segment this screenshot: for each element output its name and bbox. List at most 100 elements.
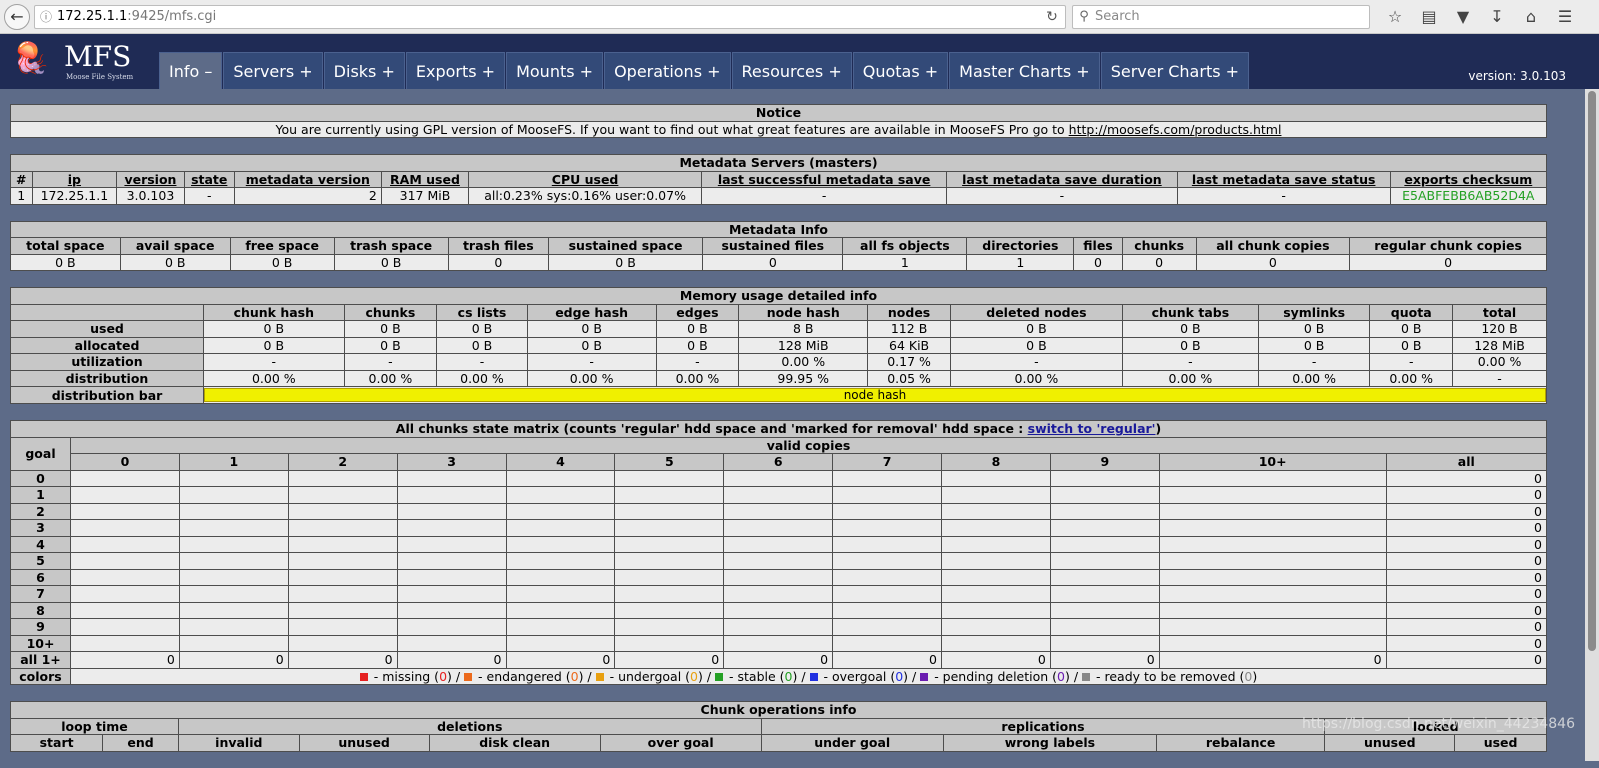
home-icon[interactable]: ⌂: [1514, 7, 1548, 26]
matrix-cell: [723, 486, 834, 504]
col-header[interactable]: state: [183, 170, 235, 188]
matrix-cell: [70, 535, 180, 553]
matrix-cell: [505, 618, 616, 636]
tab-info[interactable]: Info –: [159, 52, 223, 89]
info-icon[interactable]: ⓘ: [35, 8, 57, 25]
col-header: under goal: [760, 734, 944, 752]
legend-count: 0: [1057, 668, 1065, 684]
col-header[interactable]: version: [116, 170, 185, 188]
main-menu: Info – Servers + Disks + Exports + Mount…: [159, 52, 1250, 89]
legend-text: - pending deletion (: [930, 668, 1058, 684]
col-header: quota: [1369, 303, 1454, 321]
matrix-cell: [1158, 486, 1387, 504]
scrollbar-thumb[interactable]: [1588, 91, 1596, 651]
tab-server-charts[interactable]: Server Charts +: [1100, 52, 1250, 89]
matrix-cell: 0: [1385, 618, 1548, 636]
table-cell: 0 B: [229, 253, 335, 271]
table-cell: 0 B: [203, 336, 345, 354]
matrix-cell: [70, 486, 180, 504]
col-header: cs lists: [436, 303, 528, 321]
col-header: regular chunk copies: [1349, 237, 1547, 255]
matrix-cell: [178, 568, 289, 586]
star-icon[interactable]: ☆: [1378, 7, 1412, 26]
moosefs-products-link[interactable]: http://moosefs.com/products.html: [1069, 122, 1282, 137]
tab-mounts[interactable]: Mounts +: [506, 52, 604, 89]
tab-resources[interactable]: Resources +: [731, 52, 852, 89]
metadata-info-table: Metadata Info total space avail space free…: [10, 220, 1547, 271]
version-label: version: 3.0.103: [1468, 69, 1566, 83]
table-cell: 0 B: [1121, 336, 1259, 354]
matrix-cell: [396, 585, 507, 603]
tab-quotas[interactable]: Quotas +: [852, 52, 949, 89]
col-header[interactable]: last metadata save duration: [946, 170, 1178, 188]
pocket-icon[interactable]: ▼: [1446, 7, 1480, 26]
legend-text: - endangered (: [474, 668, 571, 684]
matrix-cell: [396, 618, 507, 636]
col-header[interactable]: CPU used: [468, 170, 703, 188]
matrix-cell: 0: [70, 651, 180, 669]
matrix-cell: [178, 618, 289, 636]
moose-icon: 🪼: [12, 41, 50, 76]
reload-icon[interactable]: ↻: [1039, 9, 1065, 25]
matrix-cell: 0: [1385, 469, 1548, 487]
matrix-cell: [832, 502, 942, 520]
row-header: distribution: [10, 369, 204, 387]
reading-list-icon[interactable]: ▤: [1412, 7, 1446, 26]
matrix-cell: [70, 634, 180, 652]
masters-title: Metadata Servers (masters): [10, 154, 1547, 172]
table-cell: 0 B: [203, 320, 345, 338]
matrix-cell: [287, 601, 398, 619]
col-header[interactable]: last metadata save status: [1176, 170, 1391, 188]
matrix-cell: [941, 535, 1051, 553]
matrix-cell: [178, 552, 289, 570]
col-header[interactable]: exports checksum: [1389, 170, 1548, 188]
matrix-cell: [70, 502, 180, 520]
matrix-cell: [505, 634, 616, 652]
matrix-cell: [505, 502, 616, 520]
table-cell: 8 B: [738, 320, 869, 338]
notice-text: You are currently using GPL version of M…: [10, 120, 1547, 138]
mfs-logo: 🪼 MFS Moose File System: [10, 40, 160, 84]
matrix-cell: 0: [1385, 535, 1548, 553]
legend-count: 0: [690, 668, 698, 684]
url-bar[interactable]: ⓘ 172.25.1.1:9425/mfs.cgi ↻: [34, 4, 1066, 29]
legend-text: - missing (: [369, 668, 440, 684]
legend-text: - overgoal (: [819, 668, 896, 684]
matrix-cell: 0: [1385, 519, 1548, 537]
tab-master-charts[interactable]: Master Charts +: [949, 52, 1100, 89]
tab-disks[interactable]: Disks +: [323, 52, 405, 89]
table-cell: 0.00 %: [436, 369, 528, 387]
matrix-cell: [178, 535, 289, 553]
matrix-cell: [1049, 502, 1160, 520]
matrix-cell: [614, 486, 725, 504]
main-content: Notice You are currently using GPL versi…: [9, 104, 1548, 768]
matrix-cell: [1158, 601, 1387, 619]
memory-usage-table: Memory usage detailed info chunk hash chu…: [10, 287, 1547, 404]
table-cell: 0.00 %: [526, 369, 657, 387]
table-cell: 0: [1073, 253, 1123, 271]
table-row: 60: [10, 568, 1548, 586]
switch-to-regular-link[interactable]: switch to 'regular': [1028, 421, 1156, 436]
matrix-cell: [505, 601, 616, 619]
table-row: 50: [10, 552, 1548, 570]
matrix-cell: [941, 519, 1051, 537]
table-cell: 0 B: [526, 320, 657, 338]
tab-exports[interactable]: Exports +: [405, 52, 506, 89]
col-header[interactable]: RAM used: [380, 170, 470, 188]
back-arrow-icon[interactable]: ←: [4, 3, 30, 30]
replications-header: replications: [760, 717, 1326, 735]
col-header[interactable]: ip: [31, 170, 118, 188]
page-scrollbar[interactable]: [1585, 89, 1599, 761]
loop-time-header: loop time: [10, 717, 179, 735]
search-input[interactable]: ⚲ Search: [1072, 4, 1370, 29]
tab-servers[interactable]: Servers +: [223, 52, 323, 89]
table-cell: 0.00 %: [1121, 369, 1259, 387]
col-header: 7: [832, 453, 942, 471]
hamburger-menu-icon[interactable]: ☰: [1548, 7, 1582, 26]
download-icon[interactable]: ↧: [1480, 7, 1514, 26]
col-header[interactable]: last successful metadata save: [701, 170, 948, 188]
table-cell: 0: [1349, 253, 1547, 271]
col-header[interactable]: metadata version: [233, 170, 382, 188]
matrix-cell: 0: [1385, 486, 1548, 504]
tab-operations[interactable]: Operations +: [604, 52, 731, 89]
